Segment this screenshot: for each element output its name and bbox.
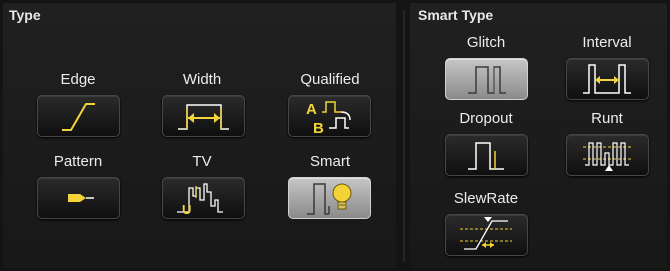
slewrate-label: SlewRate	[453, 190, 519, 207]
smart-label: Smart	[309, 153, 350, 170]
pattern-icon	[68, 194, 94, 202]
panel-divider	[403, 10, 405, 262]
tv-icon: U	[177, 183, 223, 217]
width-icon	[178, 104, 229, 130]
width-button[interactable]	[162, 95, 245, 137]
runt-label: Runt	[591, 110, 623, 127]
glitch-icon	[468, 66, 506, 94]
tv-label: TV	[192, 153, 212, 170]
pattern-button[interactable]	[37, 177, 120, 219]
edge-label: Edge	[60, 71, 96, 88]
tv-button[interactable]: U	[162, 177, 245, 219]
interval-label: Interval	[582, 34, 632, 51]
qualified-icon: A B	[306, 101, 351, 136]
type-section-title: Type	[9, 7, 41, 23]
runt-button[interactable]	[566, 134, 649, 176]
dropout-icon	[468, 142, 504, 170]
edge-button[interactable]	[37, 95, 120, 137]
runt-icon	[583, 142, 631, 171]
edge-icon	[62, 103, 95, 131]
trigger-type-dialog: Type Smart Type Edge Width Qualified A B…	[0, 0, 670, 271]
interval-button[interactable]	[566, 58, 649, 100]
tv-u-glyph: U	[182, 202, 191, 217]
width-label: Width	[182, 71, 222, 88]
qualified-a-glyph: A	[306, 101, 317, 118]
qualified-button[interactable]: A B	[288, 95, 371, 137]
smart-type-section-title: Smart Type	[418, 7, 494, 23]
dropout-label: Dropout	[459, 110, 513, 127]
smart-button[interactable]	[288, 177, 371, 219]
slewrate-button[interactable]	[445, 214, 528, 256]
glitch-button[interactable]	[445, 58, 528, 100]
smart-icon	[307, 183, 352, 215]
qualified-b-glyph: B	[313, 120, 324, 136]
dropout-button[interactable]	[445, 134, 528, 176]
pattern-label: Pattern	[53, 153, 103, 170]
glitch-label: Glitch	[466, 34, 506, 51]
slewrate-icon	[460, 217, 512, 250]
interval-icon	[583, 64, 631, 94]
qualified-label: Qualified	[300, 71, 360, 88]
